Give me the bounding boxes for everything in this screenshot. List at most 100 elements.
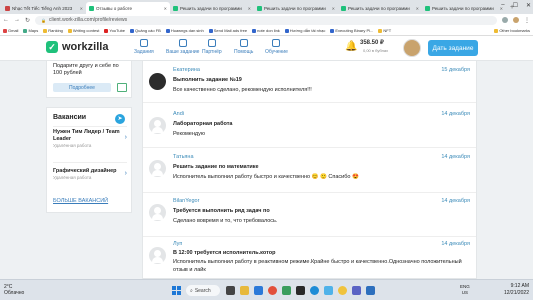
logo[interactable]: ✓ workzilla: [46, 41, 108, 53]
language-indicator[interactable]: ENG US: [460, 284, 470, 296]
review-title[interactable]: В 12:00 требуется исполнитель.котор: [173, 250, 275, 256]
browser-tab[interactable]: Решить задачи по программи ✕: [338, 2, 422, 14]
system-clock[interactable]: 9:12 AM 12/21/2022: [504, 283, 529, 297]
telegram-icon[interactable]: ➤: [115, 114, 125, 124]
chevron-right-icon: ›: [124, 134, 127, 141]
browser-tab[interactable]: Решить задачи по программи ✕: [422, 2, 506, 14]
review-date: 15 декабря: [441, 67, 470, 73]
chevron-right-icon: ›: [124, 170, 127, 177]
nav-tasks[interactable]: Задания: [134, 39, 154, 55]
tab-label: Решить задачи по программи: [348, 5, 410, 11]
back-icon[interactable]: ←: [3, 17, 9, 23]
bookmark-item[interactable]: YouTube: [104, 28, 125, 33]
avatar[interactable]: [149, 160, 166, 177]
avatar[interactable]: [149, 204, 166, 221]
task-view-icon[interactable]: [226, 286, 235, 295]
review-text: Исполнитель выполнил работу быстро и кач…: [173, 174, 359, 180]
bookmark-item[interactable]: Executing Binary Pl...: [330, 28, 373, 33]
bell-icon[interactable]: 🔔: [345, 41, 357, 52]
taskbar-search[interactable]: ⌕ Search: [186, 285, 220, 296]
file-explorer-icon[interactable]: [240, 286, 249, 295]
avatar[interactable]: [403, 39, 421, 57]
app-icon[interactable]: [282, 286, 291, 295]
chrome-icon[interactable]: [338, 286, 347, 295]
address-bar[interactable]: 🔒 client.work-zilla.com/profile/reviews: [35, 15, 497, 25]
browser-tab-active[interactable]: Отзывы о работе ✕: [86, 2, 170, 14]
clock-time: 9:12 AM: [510, 283, 529, 289]
bookmark-item[interactable]: Quảng cáo FB: [130, 28, 161, 33]
menu-icon[interactable]: ⋮: [524, 17, 530, 24]
telegram-icon[interactable]: [324, 286, 333, 295]
bookmark-item[interactable]: Ranking: [43, 28, 63, 33]
learning-icon: [272, 39, 281, 47]
vacancy-item[interactable]: Графический дизайнер Удалённая работа ›: [53, 168, 127, 181]
review-text: Рекомендую: [173, 131, 205, 137]
mail-icon[interactable]: [254, 286, 263, 295]
app-icon[interactable]: [352, 286, 361, 295]
page-icon: [284, 28, 289, 33]
more-vacancies-link[interactable]: БОЛЬШЕ ВАКАНСИЙ: [53, 198, 108, 204]
profile-icon[interactable]: [513, 17, 519, 23]
bookmark-item[interactable]: Gmail: [3, 28, 18, 33]
review-author[interactable]: BilanYegor: [173, 198, 199, 204]
other-bookmarks[interactable]: Other bookmarks: [494, 28, 530, 33]
word-icon[interactable]: [366, 286, 375, 295]
close-icon[interactable]: ✕: [164, 6, 167, 11]
avatar[interactable]: [149, 73, 166, 90]
search-label: Search: [194, 287, 211, 294]
bookmark-item[interactable]: Maps: [23, 28, 38, 33]
bookmarks-bar: Gmail Maps Ranking Writing contest YouTu…: [0, 26, 533, 36]
nav-help[interactable]: Помощь: [234, 39, 253, 55]
bookmark-item[interactable]: Hướng dẫn tải nhạc: [284, 28, 325, 33]
close-icon[interactable]: ✕: [416, 6, 419, 11]
clock-date: 12/21/2022: [503, 290, 529, 296]
windows-start-icon[interactable]: [172, 286, 181, 295]
bookmark-item[interactable]: Send Mail ads free: [208, 28, 248, 33]
review-author[interactable]: Екатерина: [173, 67, 200, 73]
review-date: 14 декабря: [441, 241, 470, 247]
review-author[interactable]: Татьяна: [173, 154, 194, 160]
avatar[interactable]: [149, 247, 166, 264]
review-author[interactable]: Луп: [173, 241, 182, 247]
app-icon[interactable]: [268, 286, 277, 295]
nav-your-task[interactable]: Ваше задание: [166, 39, 199, 55]
forward-icon[interactable]: →: [14, 17, 20, 23]
close-icon[interactable]: ✕: [248, 6, 251, 11]
promo-more-button[interactable]: Подробнее: [53, 83, 111, 92]
bookmark-label: Send Mail ads free: [213, 28, 248, 33]
avatar[interactable]: [149, 117, 166, 134]
logo-text: workzilla: [62, 41, 109, 53]
extension-icon[interactable]: [502, 17, 508, 23]
close-icon[interactable]: ✕: [80, 6, 83, 11]
browser-tab[interactable]: Решить задачи по программи ✕: [254, 2, 338, 14]
balance[interactable]: 358.50 ₽: [360, 40, 384, 47]
vacancy-item[interactable]: Нужен Тим Лидер / Team Leader Удалённая …: [53, 129, 127, 149]
vacancy-name: Графический дизайнер: [53, 168, 117, 174]
nav-partner[interactable]: Партнёр: [202, 39, 222, 55]
review-title[interactable]: Лабораторная работа: [173, 121, 232, 127]
bookmark-item[interactable]: Huawngs dan sinh: [165, 28, 204, 33]
give-task-button[interactable]: Дать задание: [428, 40, 478, 56]
bookmark-item[interactable]: NFT: [378, 28, 391, 33]
minimize-icon[interactable]: –: [501, 2, 504, 9]
app-icon[interactable]: [296, 286, 305, 295]
review-author[interactable]: Andi: [173, 111, 184, 117]
browser-tab[interactable]: Nhạc Tết Tiếc Tiếng Anh 2023 ✕: [2, 2, 86, 14]
close-window-icon[interactable]: ✕: [526, 2, 531, 9]
review-title[interactable]: Решить задание по математике: [173, 164, 259, 170]
app-icon[interactable]: [310, 286, 319, 295]
weather-widget[interactable]: 2°C Облачно: [4, 284, 24, 296]
bookmark-item[interactable]: note don link: [252, 28, 280, 33]
bookmark-item[interactable]: Writing contest: [67, 28, 99, 33]
logo-check-icon: ✓: [46, 41, 58, 53]
task-icon: [178, 39, 187, 47]
maximize-icon[interactable]: ☐: [513, 2, 518, 9]
browser-tab[interactable]: Решить задачи по программи ✕: [170, 2, 254, 14]
vacancy-location: Удалённая работа: [53, 143, 92, 148]
reload-icon[interactable]: ↻: [25, 17, 30, 24]
nav-learning[interactable]: Обучение: [265, 39, 288, 55]
review-title[interactable]: Выполнить задание №19: [173, 77, 242, 83]
close-icon[interactable]: ✕: [332, 6, 335, 11]
review-title[interactable]: Требуется выполнить ряд задач по: [173, 208, 270, 214]
avatar-head: [154, 207, 161, 214]
